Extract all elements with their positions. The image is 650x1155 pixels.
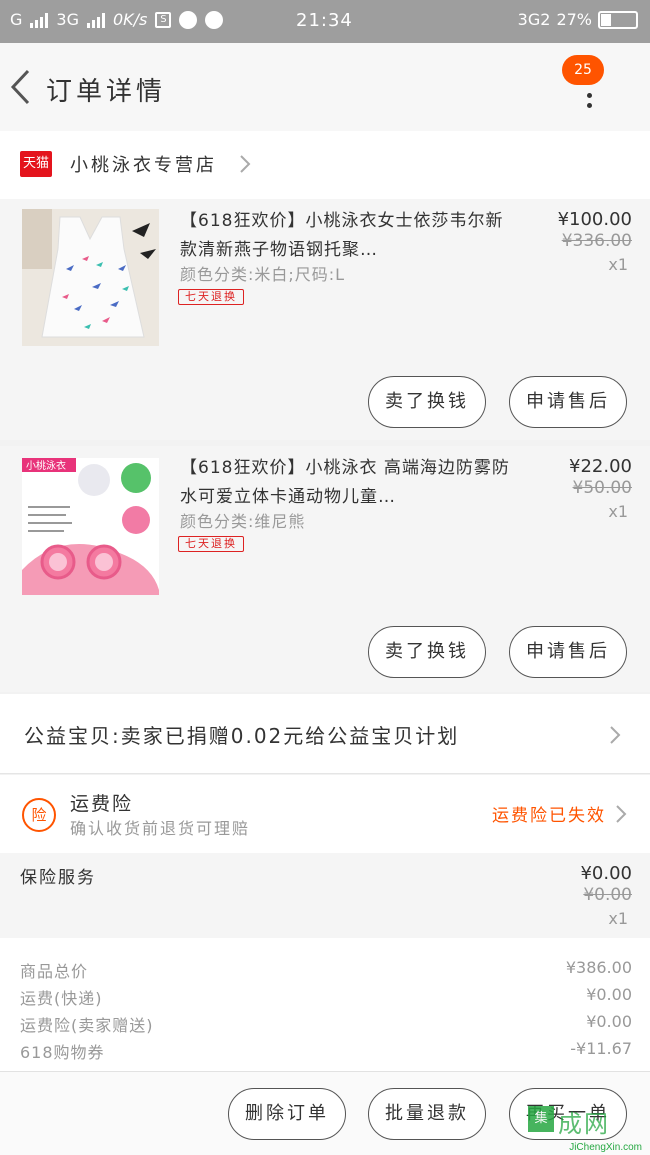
clock: 21:34: [296, 10, 353, 31]
watermark-icon: 集: [528, 1106, 554, 1132]
watermark-logo: 集 成网 JiChengXin.com: [526, 1104, 646, 1155]
watermark-text: 成网: [558, 1110, 610, 1138]
summary-row: 运费(快递) ¥0.00: [0, 985, 650, 1012]
store-name[interactable]: 小桃泳衣专营店: [70, 151, 217, 177]
charity-text: 公益宝贝:卖家已捐赠0.02元给公益宝贝计划: [24, 724, 460, 748]
speed-label: 0K/s: [112, 10, 148, 29]
more-dots-icon: [587, 93, 593, 113]
signal-icon: [30, 12, 49, 28]
product-quantity: x1: [608, 255, 628, 274]
product-price: ¥100.00: [557, 209, 632, 230]
freight-insurance-name: 运费险: [70, 793, 134, 815]
summary-row: 商品总价 ¥386.00: [0, 958, 650, 985]
batch-refund-button[interactable]: 批量退款: [368, 1088, 486, 1140]
insurance-original-price: ¥0.00: [583, 885, 632, 905]
summary-row: 618购物券 -¥11.67: [0, 1039, 650, 1066]
price-summary: 商品总价 ¥386.00 运费(快递) ¥0.00 运费险(卖家赠送) ¥0.0…: [0, 938, 650, 1071]
product-original-price: ¥336.00: [561, 231, 632, 251]
order-item[interactable]: 小桃泳衣 【618狂欢价】小桃泳衣 高端海边防雾防水可爱立体卡通动物儿童… 颜色…: [0, 446, 650, 692]
tmall-logo-icon: 天猫: [20, 151, 52, 177]
product-price: ¥22.00: [569, 456, 632, 477]
summary-label: 运费(快递): [20, 989, 103, 1008]
header: 订单详情 25: [0, 43, 650, 131]
message-count-badge: 25: [562, 55, 604, 85]
freight-insurance-desc: 确认收货前退货可理赔: [70, 819, 251, 838]
product-original-price: ¥50.00: [572, 478, 632, 498]
product-image[interactable]: 小桃泳衣: [22, 458, 159, 595]
summary-label: 运费险(卖家赠送): [20, 1016, 154, 1035]
insurance-price: ¥0.00: [580, 863, 632, 884]
return-policy-tag: 七天退换: [178, 536, 244, 552]
summary-label: 618购物券: [20, 1043, 105, 1062]
status-right: 3G2 27%: [518, 10, 638, 29]
network-right-label: 3G2: [517, 10, 551, 29]
page-title: 订单详情: [46, 77, 167, 107]
product-title[interactable]: 【618狂欢价】小桃泳衣 高端海边防雾防水可爱立体卡通动物儿童…: [180, 454, 510, 512]
product-title[interactable]: 【618狂欢价】小桃泳衣女士依莎韦尔新款清新燕子物语钢托聚…: [180, 207, 510, 265]
summary-value: ¥0.00: [586, 1012, 632, 1031]
insurance-service-row: 保险服务 ¥0.00 ¥0.00 x1: [0, 853, 650, 938]
after-sale-button[interactable]: 申请售后: [509, 626, 627, 678]
summary-label: 商品总价: [20, 962, 89, 981]
sell-button[interactable]: 卖了换钱: [368, 626, 486, 678]
signal-icon-2: [86, 12, 105, 28]
freight-insurance-status: 运费险已失效: [492, 806, 606, 826]
summary-value: -¥11.67: [570, 1039, 632, 1058]
product-sku: 颜色分类:米白;尺码:L: [180, 265, 346, 284]
order-item[interactable]: 【618狂欢价】小桃泳衣女士依莎韦尔新款清新燕子物语钢托聚… 颜色分类:米白;尺…: [0, 199, 650, 440]
carrier-label: G: [10, 10, 23, 29]
back-arrow-icon[interactable]: [8, 67, 34, 107]
watermark-url: JiChengXin.com: [569, 1142, 642, 1153]
product-quantity: x1: [608, 502, 628, 521]
summary-value: ¥386.00: [565, 958, 632, 977]
insurance-icon: 险: [22, 798, 56, 832]
more-menu-button[interactable]: 25: [562, 55, 620, 119]
after-sale-button[interactable]: 申请售后: [509, 376, 627, 428]
insurance-quantity: x1: [608, 909, 628, 928]
network-label: 3G: [56, 10, 79, 29]
store-row[interactable]: 天猫 小桃泳衣专营店: [0, 131, 650, 199]
image-brand-label: 小桃泳衣: [26, 459, 66, 472]
status-left: G 3G 0K/s S: [10, 10, 224, 29]
product-sku: 颜色分类:维尼熊: [180, 512, 306, 531]
summary-value: ¥0.00: [586, 985, 632, 1004]
chevron-right-icon: [240, 155, 251, 173]
return-policy-tag: 七天退换: [178, 289, 244, 305]
sell-button[interactable]: 卖了换钱: [368, 376, 486, 428]
browser-icon: [205, 10, 224, 29]
chevron-right-icon: [616, 805, 627, 823]
chevron-right-icon: [610, 726, 621, 744]
summary-row: 运费险(卖家赠送) ¥0.00: [0, 1012, 650, 1039]
charity-row[interactable]: 公益宝贝:卖家已捐赠0.02元给公益宝贝计划: [0, 694, 650, 774]
freight-insurance-row[interactable]: 险 运费险 确认收货前退货可理赔 运费险已失效: [0, 775, 650, 853]
insurance-service-name: 保险服务: [20, 868, 96, 888]
qq-icon: [179, 10, 198, 29]
status-bar: G 3G 0K/s S 21:34 3G2 27%: [0, 0, 650, 43]
delete-order-button[interactable]: 删除订单: [228, 1088, 346, 1140]
s-app-icon: S: [155, 11, 172, 28]
product-image[interactable]: [22, 209, 159, 346]
battery-percent: 27%: [556, 10, 592, 29]
battery-icon: [598, 10, 638, 29]
